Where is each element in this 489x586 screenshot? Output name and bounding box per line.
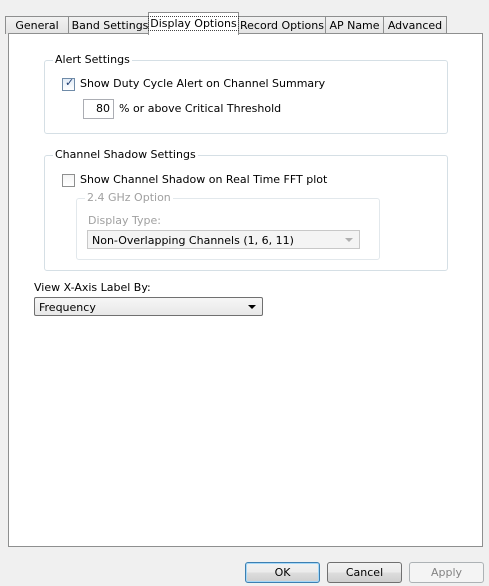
tab-ap-name[interactable]: AP Name — [325, 16, 384, 34]
tab-band-settings-label: Band Settings — [71, 19, 149, 32]
x-axis-label-value: Frequency — [39, 301, 96, 314]
cancel-button[interactable]: Cancel — [327, 562, 402, 583]
chevron-down-icon — [345, 238, 353, 242]
ok-button[interactable]: OK — [245, 562, 320, 583]
alert-settings-title: Alert Settings — [53, 53, 132, 67]
display-type-label: Display Type: — [88, 214, 162, 227]
channel-shadow-checkbox[interactable] — [62, 174, 75, 187]
chevron-down-icon — [248, 305, 256, 309]
critical-threshold-label: % or above Critical Threshold — [119, 102, 282, 115]
settings-dialog: General Band Settings Display Options Re… — [0, 0, 489, 586]
apply-button[interactable]: Apply — [409, 562, 484, 583]
ghz-option-title: 2.4 GHz Option — [85, 191, 173, 205]
tab-advanced[interactable]: Advanced — [383, 16, 447, 34]
ghz-option-group: 2.4 GHz Option Display Type: Non-Overlap… — [76, 191, 380, 260]
display-options-page: Alert Settings ✓ Show Duty Cycle Alert o… — [8, 33, 483, 547]
duty-cycle-alert-checkbox[interactable]: ✓ — [62, 76, 75, 91]
x-axis-label-select[interactable]: Frequency — [34, 297, 263, 316]
channel-shadow-title: Channel Shadow Settings — [53, 148, 198, 162]
tab-advanced-label: Advanced — [387, 19, 443, 32]
x-axis-label-by-label: View X-Axis Label By: — [34, 281, 151, 294]
tab-band-settings[interactable]: Band Settings — [68, 16, 152, 34]
tab-general[interactable]: General — [5, 16, 69, 34]
channel-shadow-label: Show Channel Shadow on Real Time FFT plo… — [80, 173, 328, 186]
duty-cycle-alert-label: Show Duty Cycle Alert on Channel Summary — [80, 77, 326, 90]
critical-threshold-input[interactable]: 80 — [83, 99, 114, 119]
tab-ap-name-label: AP Name — [329, 19, 380, 32]
display-type-value: Non-Overlapping Channels (1, 6, 11) — [92, 234, 294, 247]
display-type-select[interactable]: Non-Overlapping Channels (1, 6, 11) — [87, 230, 360, 249]
tab-display-options[interactable]: Display Options — [148, 12, 239, 35]
alert-settings-group: Alert Settings ✓ Show Duty Cycle Alert o… — [44, 53, 448, 134]
tab-display-options-label: Display Options — [148, 16, 239, 31]
tab-general-label: General — [15, 19, 59, 32]
checkmark-icon: ✓ — [65, 76, 75, 89]
tab-record-options-label: Record Options — [240, 19, 324, 32]
tab-record-options[interactable]: Record Options — [238, 16, 326, 34]
channel-shadow-group: Channel Shadow Settings Show Channel Sha… — [44, 148, 448, 271]
